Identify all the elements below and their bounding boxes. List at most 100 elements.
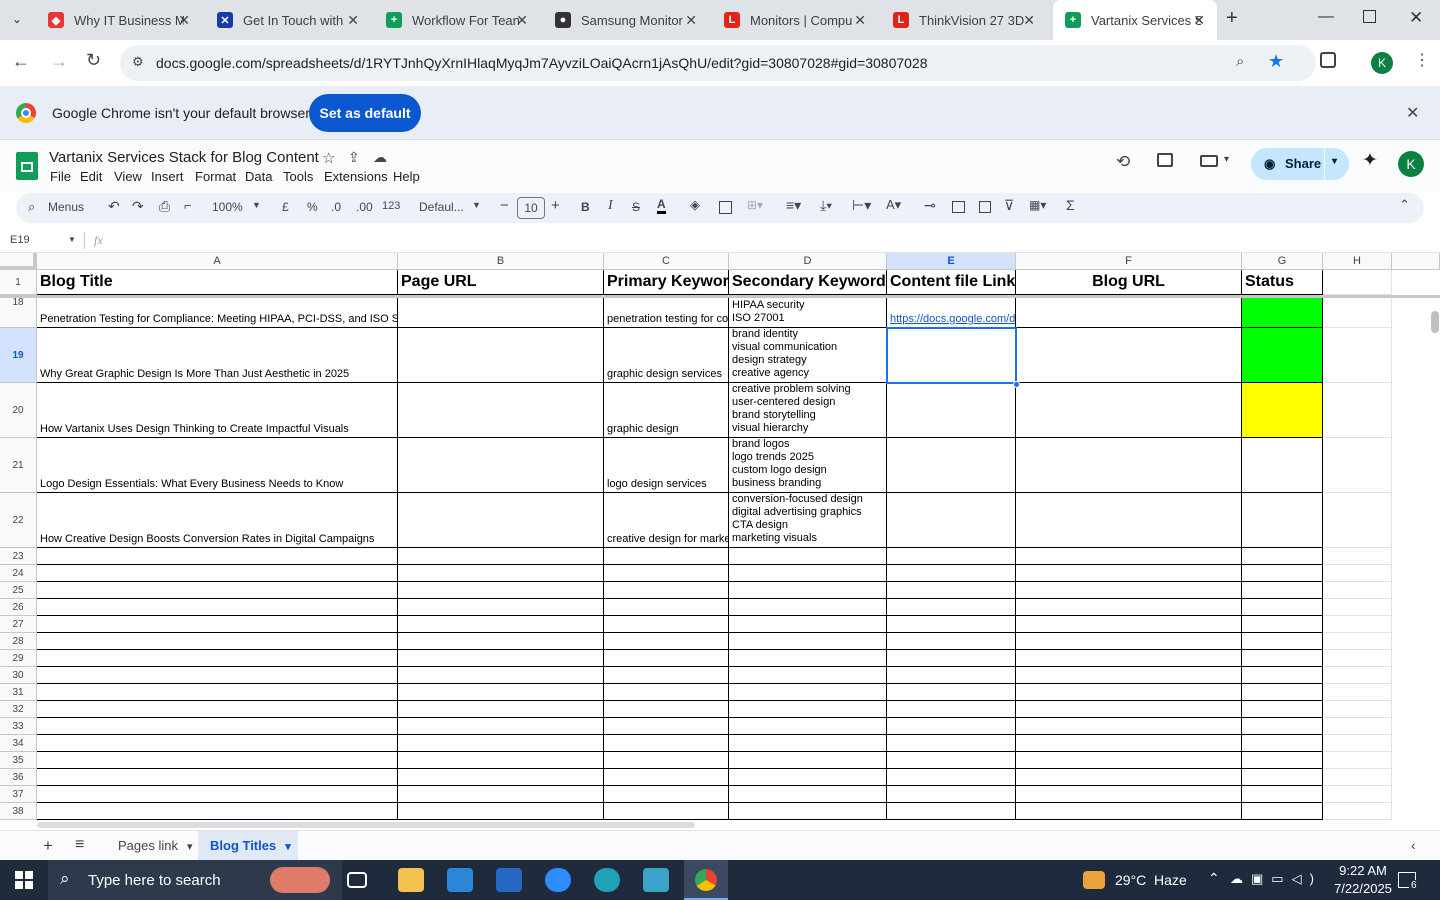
menus-search[interactable]: Menus <box>48 200 84 214</box>
row-header[interactable]: 25 <box>0 582 37 599</box>
zoom-icon[interactable]: ⌕ <box>1236 53 1244 70</box>
cell-empty[interactable] <box>1323 298 1392 328</box>
cell-empty[interactable] <box>729 633 887 650</box>
cell-empty[interactable] <box>729 684 887 701</box>
share-dropdown-icon[interactable]: ▾ <box>1332 156 1337 167</box>
number-format[interactable]: 123 <box>382 200 400 212</box>
row-header[interactable]: 35 <box>0 752 37 769</box>
tab-close-icon[interactable]: ✕ <box>516 12 528 29</box>
cell-empty[interactable] <box>398 548 604 565</box>
insert-comment-icon[interactable] <box>952 201 965 213</box>
row-header[interactable]: 31 <box>0 684 37 701</box>
cell-empty[interactable] <box>604 803 729 820</box>
font-size-decrease[interactable]: − <box>500 197 509 214</box>
add-sheet-button[interactable]: + <box>43 836 53 856</box>
url-text[interactable]: docs.google.com/spreadsheets/d/1RYTJnhQy… <box>156 55 928 71</box>
cell-empty[interactable] <box>37 752 398 769</box>
cell-empty[interactable] <box>729 667 887 684</box>
cell-empty[interactable] <box>604 599 729 616</box>
cell-empty[interactable] <box>604 565 729 582</box>
cell-empty[interactable] <box>1242 769 1323 786</box>
cell-status-color[interactable] <box>1242 328 1323 383</box>
weather-text[interactable]: 29°C Haze <box>1115 872 1187 888</box>
cell-empty[interactable] <box>1242 650 1323 667</box>
sheet-explore-icon[interactable]: ‹ <box>1411 837 1416 853</box>
cell-empty[interactable] <box>1242 701 1323 718</box>
cell-empty[interactable] <box>1016 616 1242 633</box>
cell-empty[interactable] <box>729 735 887 752</box>
cell-empty[interactable] <box>1016 599 1242 616</box>
cell-empty[interactable] <box>398 599 604 616</box>
cell-content-link[interactable] <box>887 438 1016 493</box>
cell-empty[interactable] <box>604 650 729 667</box>
header-cell[interactable]: Content file Link <box>887 270 1016 295</box>
print-icon[interactable]: ⎙ <box>159 198 170 215</box>
currency-format[interactable]: £ <box>282 200 289 214</box>
cell-status-color[interactable] <box>1242 493 1323 548</box>
cell-empty[interactable] <box>604 786 729 803</box>
cloud-status-icon[interactable]: ☁ <box>373 149 387 166</box>
cell-empty[interactable] <box>887 616 1016 633</box>
font-size-input[interactable]: 10 <box>517 197 545 219</box>
cell-empty[interactable] <box>1016 582 1242 599</box>
cell-empty[interactable] <box>604 701 729 718</box>
infobar-close-icon[interactable]: ✕ <box>1406 103 1419 123</box>
select-all-corner[interactable] <box>0 253 37 270</box>
cell-blog-url[interactable] <box>1016 328 1242 383</box>
cell-empty[interactable] <box>729 786 887 803</box>
cell-empty[interactable] <box>37 633 398 650</box>
cell-empty[interactable] <box>1323 803 1392 820</box>
name-box-dropdown-icon[interactable]: ▼ <box>68 235 76 244</box>
horizontal-scrollbar-thumb[interactable] <box>37 822 695 828</box>
cell-empty[interactable] <box>37 616 398 633</box>
row-header[interactable]: 27 <box>0 616 37 633</box>
cell-primary[interactable]: graphic design <box>604 383 729 438</box>
cell-empty[interactable] <box>37 769 398 786</box>
tab-close-icon[interactable]: ✕ <box>854 12 866 29</box>
cell-empty[interactable] <box>398 803 604 820</box>
sheet-tab-dropdown-icon[interactable]: ▾ <box>282 841 291 853</box>
zoom-select[interactable]: 100% <box>212 200 243 214</box>
column-header[interactable]: F <box>1016 253 1242 270</box>
cell-empty[interactable] <box>1242 667 1323 684</box>
name-box[interactable]: E19 <box>10 234 30 246</box>
menu-file[interactable]: File <box>50 169 71 184</box>
browser-tab[interactable]: + Workflow For Tean ✕ <box>374 0 540 40</box>
cell-empty[interactable] <box>37 684 398 701</box>
cell-empty[interactable] <box>1016 786 1242 803</box>
cell-empty[interactable] <box>1323 438 1392 493</box>
cell-empty[interactable] <box>37 786 398 803</box>
undo-icon[interactable]: ↶ <box>108 198 120 215</box>
chrome-taskbar-icon[interactable] <box>684 860 728 900</box>
new-tab-button[interactable]: + <box>1226 7 1238 30</box>
minimize-icon[interactable]: — <box>1318 8 1334 26</box>
store-icon[interactable] <box>447 868 473 892</box>
cell-empty[interactable] <box>1323 752 1392 769</box>
menu-edit[interactable]: Edit <box>80 169 102 184</box>
cell-empty[interactable] <box>887 667 1016 684</box>
cell-empty[interactable] <box>398 582 604 599</box>
text-color-icon[interactable]: A <box>657 197 666 214</box>
cell-secondary[interactable]: PCI DSS testingHIPAA securityISO 27001 <box>729 298 887 328</box>
cell-empty[interactable] <box>887 633 1016 650</box>
selection-handle[interactable] <box>1013 381 1020 388</box>
menu-extensions[interactable]: Extensions <box>324 169 388 184</box>
row-header[interactable]: 34 <box>0 735 37 752</box>
cell-empty[interactable] <box>1323 328 1392 383</box>
cell-page-url[interactable] <box>398 298 604 328</box>
browser-tab[interactable]: + Vartanix Services S ✕ <box>1053 0 1217 40</box>
cell-page-url[interactable] <box>398 493 604 548</box>
browser-tab[interactable]: L ThinkVision 27 3D ✕ <box>881 0 1047 40</box>
cell-empty[interactable] <box>1016 633 1242 650</box>
document-title[interactable]: Vartanix Services Stack for Blog Content <box>49 149 319 166</box>
cell-empty[interactable] <box>887 803 1016 820</box>
bookmark-star-icon[interactable]: ★ <box>1268 51 1284 72</box>
cell-empty[interactable] <box>1016 667 1242 684</box>
cell-page-url[interactable] <box>398 383 604 438</box>
cell-empty[interactable] <box>1242 735 1323 752</box>
cell-empty[interactable] <box>887 769 1016 786</box>
tray-chevron-icon[interactable]: ⌃ <box>1208 870 1220 887</box>
filter-icon[interactable]: ⊽ <box>1004 197 1014 214</box>
cell-empty[interactable] <box>1016 769 1242 786</box>
move-icon[interactable]: ⇪ <box>348 149 360 166</box>
